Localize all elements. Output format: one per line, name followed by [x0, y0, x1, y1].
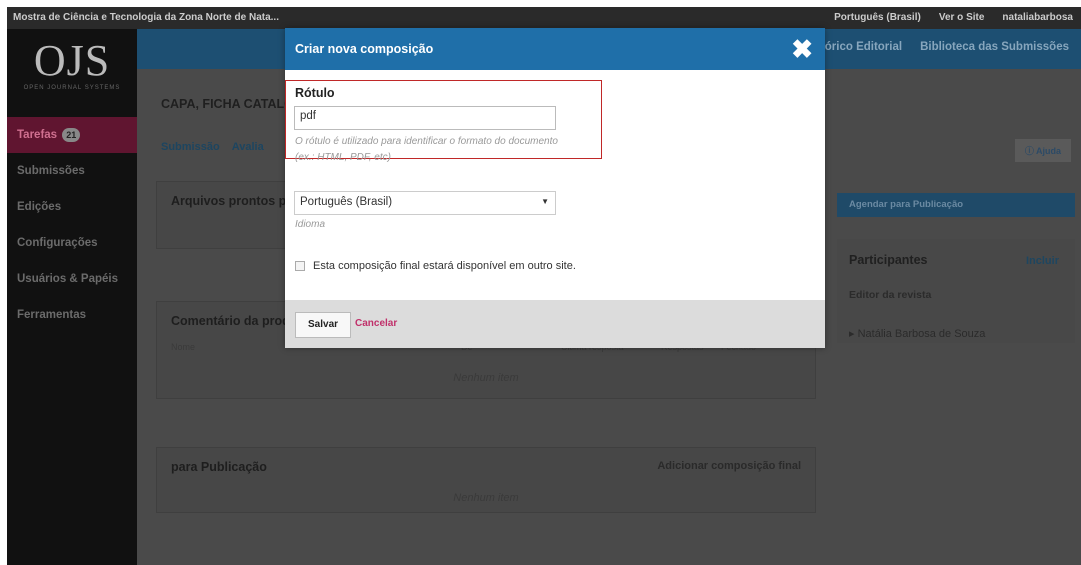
language-menu[interactable]: Português (Brasil) — [834, 12, 921, 23]
panel-title: Comentário da prod — [171, 314, 290, 328]
participant-role: Editor da revista — [849, 289, 932, 301]
panel-title: para Publicação — [171, 460, 267, 474]
galleys-panel: para Publicação Adicionar composição fin… — [156, 447, 816, 513]
save-button[interactable]: Salvar — [295, 312, 352, 338]
empty-message: Nenhum item — [453, 372, 519, 384]
logo-subtitle: OPEN JOURNAL SYSTEMS — [23, 85, 121, 91]
language-select-value: Português (Brasil) — [300, 196, 393, 208]
sidebar-item-label: Tarefas — [17, 129, 58, 141]
sidebar-item-usuarios[interactable]: Usuários & Papéis — [7, 261, 137, 297]
participant-name: Natália Barbosa de Souza — [857, 328, 986, 340]
modal-title: Criar nova composição — [295, 42, 434, 56]
language-select[interactable]: Português (Brasil) ▼ — [294, 191, 556, 215]
sidebar-item-configuracoes[interactable]: Configurações — [7, 225, 137, 261]
remote-galley-option[interactable]: Esta composição final estará disponível … — [295, 260, 576, 272]
sidebar: OJS OPEN JOURNAL SYSTEMS Tarefas 21 Subm… — [7, 29, 137, 565]
sidebar-item-ferramentas[interactable]: Ferramentas — [7, 297, 137, 333]
workflow-tabs: Submissão Avalia — [161, 141, 264, 153]
tab-avaliacao[interactable]: Avalia — [232, 141, 264, 153]
user-menu[interactable]: nataliabarbosa — [1002, 12, 1073, 23]
task-count-badge: 21 — [62, 128, 81, 142]
page-title: CAPA, FICHA CATALOG — [161, 97, 304, 111]
chevron-down-icon: ▼ — [541, 197, 549, 206]
sidebar-item-tarefas[interactable]: Tarefas 21 — [7, 117, 137, 153]
help-label: Ajuda — [1035, 146, 1061, 156]
remote-galley-label: Esta composição final estará disponível … — [313, 260, 576, 272]
label-hint: O rótulo é utilizado para identificar o … — [295, 136, 558, 163]
sidebar-item-edicoes[interactable]: Edições — [7, 189, 137, 225]
language-field-label: Idioma — [295, 219, 326, 230]
participants-panel: Participantes Incluir Editor da revista … — [837, 239, 1075, 343]
empty-message: Nenhum item — [453, 492, 519, 504]
help-button[interactable]: ⓘ Ajuda — [1014, 139, 1071, 162]
modal-header: Criar nova composição ✖ — [285, 28, 825, 70]
add-galley-link[interactable]: Adicionar composição final — [657, 460, 801, 472]
modal-footer: Salvar Cancelar — [285, 300, 825, 348]
label-input[interactable]: pdf — [294, 106, 556, 130]
panel-title: Arquivos prontos pa — [171, 194, 294, 208]
ojs-logo[interactable]: OJS OPEN JOURNAL SYSTEMS — [7, 29, 137, 101]
sidebar-item-submissoes[interactable]: Submissões — [7, 153, 137, 189]
add-participant-link[interactable]: Incluir — [1026, 255, 1059, 267]
view-site-link[interactable]: Ver o Site — [939, 12, 985, 23]
site-name-link[interactable]: Mostra de Ciência e Tecnologia da Zona N… — [13, 12, 279, 23]
logo-text: OJS — [33, 36, 111, 85]
participant-item[interactable]: ▸ Natália Barbosa de Souza — [849, 327, 985, 340]
submission-library-link[interactable]: Biblioteca das Submissões — [920, 41, 1069, 53]
remote-galley-checkbox[interactable] — [295, 261, 305, 271]
cancel-button[interactable]: Cancelar — [355, 318, 397, 329]
top-bar: Mostra de Ciência e Tecnologia da Zona N… — [7, 7, 1081, 29]
schedule-publication-button[interactable]: Agendar para Publicação — [837, 193, 1075, 217]
app-frame: Mostra de Ciência e Tecnologia da Zona N… — [7, 7, 1081, 565]
tab-submissao[interactable]: Submissão — [161, 141, 220, 153]
close-icon[interactable]: ✖ — [791, 34, 813, 64]
participants-title: Participantes — [849, 253, 928, 267]
label-field-title: Rótulo — [295, 86, 335, 100]
create-galley-modal: Criar nova composição ✖ Rótulo pdf O rót… — [285, 28, 825, 348]
